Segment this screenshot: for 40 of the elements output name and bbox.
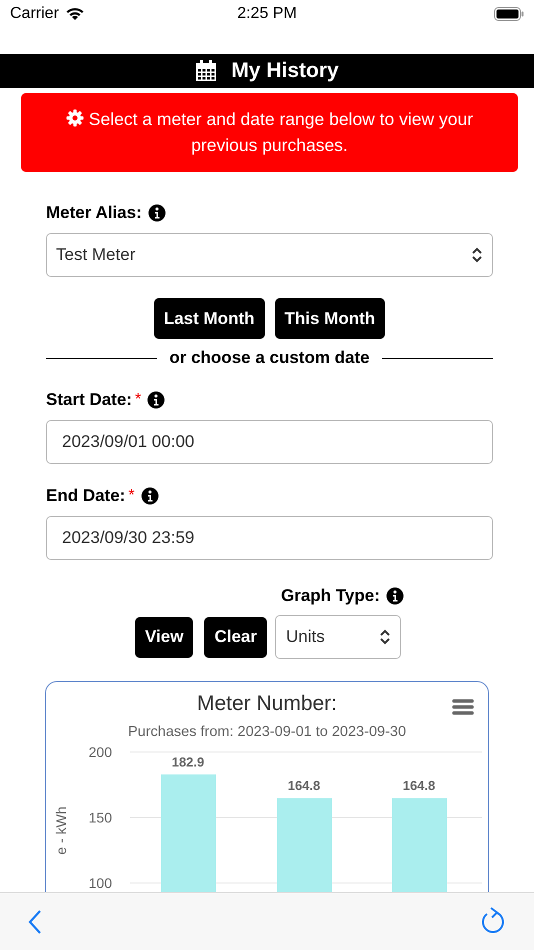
meter-alias-label: Meter Alias: [46, 203, 142, 223]
required-mark: * [128, 487, 135, 505]
info-icon[interactable] [148, 204, 166, 222]
bar-value-label: 182.9 [172, 754, 204, 770]
y-axis-label: e - kWh [53, 806, 69, 855]
y-tick-label: 100 [88, 875, 112, 891]
carrier-label: Carrier [10, 5, 59, 23]
page-title: My History [231, 59, 339, 83]
divider-text: or choose a custom date [169, 348, 370, 368]
chevron-updown-icon [471, 247, 483, 263]
chart-title: Meter Number: [196, 692, 338, 716]
info-icon[interactable] [147, 391, 166, 409]
y-tick-label: 200 [88, 744, 112, 760]
date-input-field[interactable]: 2023/09/01 00:00 [46, 420, 493, 464]
meter-select[interactable]: Test Meter [46, 233, 493, 277]
graph-type-select[interactable]: Units [274, 615, 401, 659]
chart-subtitle: Purchases from: 2023-09-01 to 2023-09-30 [126, 724, 408, 740]
required-mark: * [134, 391, 142, 409]
info-icon[interactable] [386, 587, 404, 605]
status-time: 2:25 PM [237, 5, 297, 23]
bar-value-label: 164.8 [288, 778, 320, 794]
wifi-icon [64, 7, 85, 21]
gear-icon [66, 109, 84, 127]
back-chevron-icon[interactable] [28, 908, 42, 934]
info-icon[interactable] [140, 487, 159, 505]
date-preset-button[interactable]: This Month [274, 298, 386, 339]
action-button[interactable]: Clear [204, 616, 267, 658]
battery-icon [494, 7, 524, 21]
date-label: End Date: [46, 486, 126, 506]
menu-icon[interactable] [452, 698, 474, 716]
alert-message: Select a meter and date range below to view your previous purchases. [51, 106, 488, 158]
date-label: Start Date: [46, 390, 132, 410]
action-button[interactable]: View [135, 616, 194, 658]
date-preset-button[interactable]: Last Month [154, 298, 264, 339]
graph-type-label: Graph Type: [281, 586, 380, 606]
calendar-icon [195, 60, 218, 82]
y-tick-label: 150 [88, 810, 112, 826]
bar-value-label: 164.8 [402, 778, 436, 794]
date-input-field[interactable]: 2023/09/30 23:59 [46, 516, 493, 560]
chevron-updown-icon [378, 629, 391, 645]
